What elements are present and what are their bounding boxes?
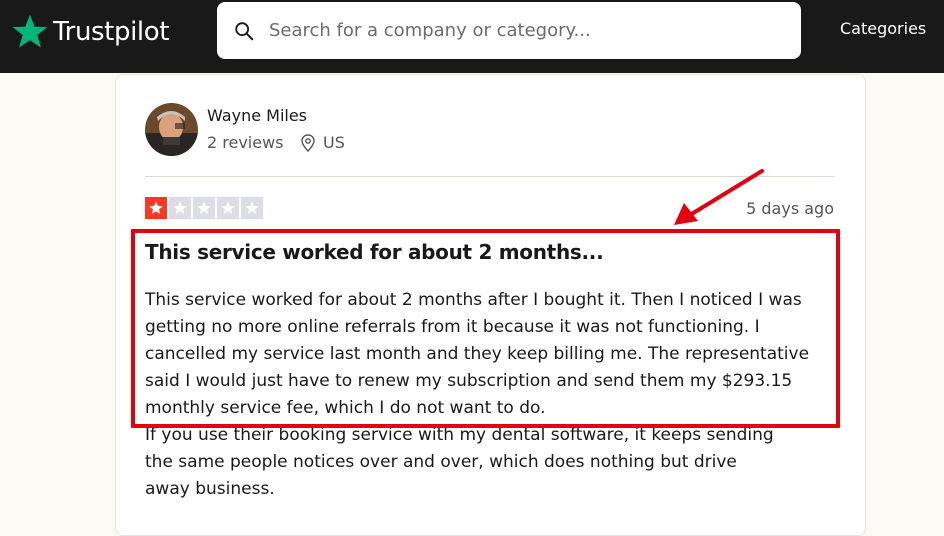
- review-body: This service worked for about 2 months a…: [145, 290, 810, 418]
- location-pin-icon: [301, 134, 315, 152]
- review-title[interactable]: This service worked for about 2 months..…: [145, 240, 604, 264]
- divider: [145, 176, 834, 177]
- star-rating: [145, 197, 263, 219]
- avatar[interactable]: [145, 103, 198, 156]
- search-icon[interactable]: [233, 20, 255, 42]
- categories-link[interactable]: Categories: [840, 19, 926, 38]
- star-icon: [245, 201, 259, 214]
- search-input[interactable]: [269, 2, 789, 59]
- star-icon: [197, 201, 211, 214]
- star-icon: [173, 201, 187, 214]
- star-filled: [145, 197, 167, 219]
- review-body-continued: If you use their booking service with my…: [145, 425, 774, 499]
- review-date: 5 days ago: [746, 199, 834, 218]
- star-empty: [217, 197, 239, 219]
- trustpilot-logo[interactable]: Trustpilot: [11, 12, 169, 52]
- reviewer-country: US: [323, 133, 345, 152]
- logo-text: Trustpilot: [53, 17, 170, 47]
- reviewer-name[interactable]: Wayne Miles: [207, 106, 307, 125]
- star-empty: [193, 197, 215, 219]
- star-empty: [241, 197, 263, 219]
- star-empty: [169, 197, 191, 219]
- review-count: 2 reviews: [207, 133, 284, 152]
- star-icon: [149, 201, 163, 214]
- top-navigation-bar: Trustpilot Categories: [0, 0, 944, 73]
- search-bar[interactable]: [217, 2, 801, 59]
- star-icon: [221, 201, 235, 214]
- trustpilot-star-icon: [12, 14, 48, 48]
- avatar-photo: [145, 103, 198, 156]
